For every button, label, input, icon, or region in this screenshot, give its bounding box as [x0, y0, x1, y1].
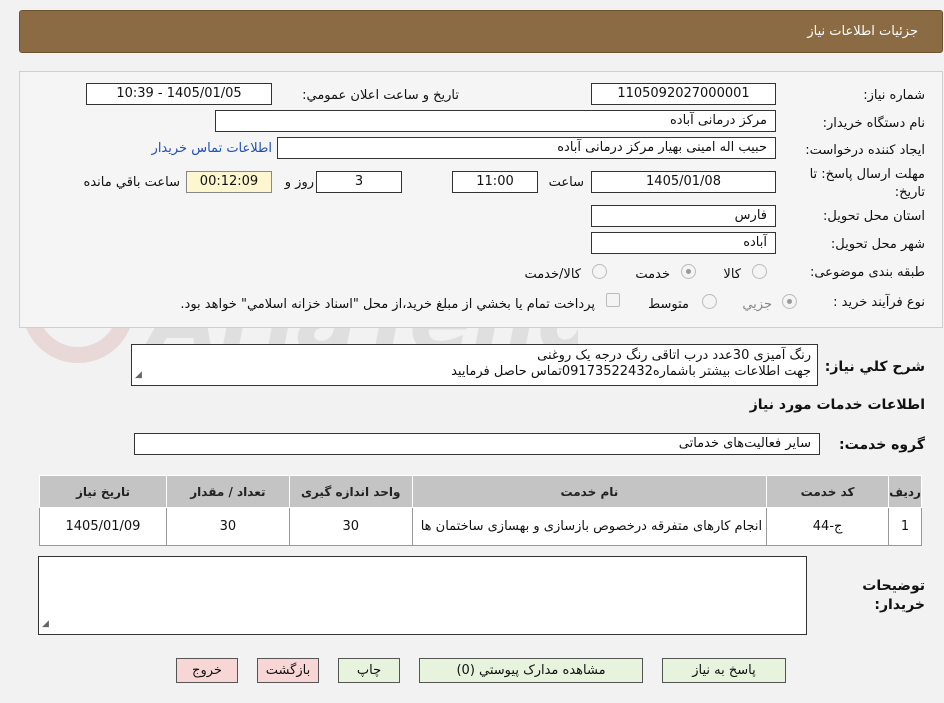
- days-field[interactable]: 3: [316, 171, 402, 193]
- category-radio-goods[interactable]: [752, 264, 767, 279]
- treasury-checkbox[interactable]: [606, 293, 620, 307]
- buyer-contact-link[interactable]: اطلاعات تماس خريدار: [152, 141, 272, 156]
- table-row: 1 ج-44 انجام کارهای متفرقه درخصوص بازساز…: [39, 507, 922, 546]
- process-option-minor: جزيي: [742, 297, 772, 312]
- col-quantity: تعداد / مقدار: [165, 475, 290, 508]
- need-number-label: شماره نیاز:: [863, 88, 925, 103]
- cell-service-code: ج-44: [766, 507, 890, 546]
- description-label: شرح كلي نياز:: [824, 359, 925, 375]
- col-service-code: کد خدمت: [766, 475, 890, 508]
- category-radio-both[interactable]: [592, 264, 607, 279]
- category-option-goods: کالا: [723, 267, 741, 282]
- col-unit: واحد اندازه گيری: [288, 475, 413, 508]
- process-label: نوع فرآيند خريد :: [833, 295, 925, 310]
- deadline-label: مهلت ارسال پاسخ: تا تاريخ:: [809, 167, 925, 200]
- city-field[interactable]: آباده: [591, 232, 776, 254]
- buyer-label: نام دستگاه خريدار:: [822, 116, 925, 131]
- category-option-service: خدمت: [635, 267, 670, 282]
- remaining-time-field: 00:12:09: [186, 171, 272, 193]
- announce-field[interactable]: 1405/01/05 - 10:39: [86, 83, 272, 105]
- services-table: رديف کد خدمت نام خدمت واحد اندازه گيری ت…: [39, 475, 922, 546]
- creator-field[interactable]: حبیب اله امینی بهیار مرکز درمانی آباده: [277, 137, 776, 159]
- cell-row: 1: [888, 507, 922, 546]
- city-label: شهر محل تحويل:: [830, 237, 925, 252]
- announce-label: تاريخ و ساعت اعلان عمومي:: [302, 88, 459, 103]
- deadline-time-field[interactable]: 11:00: [452, 171, 538, 193]
- print-button[interactable]: چاپ: [338, 658, 400, 683]
- service-group-label: گروه خدمت:: [839, 437, 925, 453]
- cell-unit: 30: [288, 507, 413, 546]
- col-service-name: نام خدمت: [411, 475, 768, 508]
- description-line-1: رنگ آمیزی 30عدد درب اتاقی رنگ درجه یک رو…: [537, 348, 811, 363]
- col-row: رديف: [888, 475, 922, 508]
- table-header-row: رديف کد خدمت نام خدمت واحد اندازه گيری ت…: [39, 475, 922, 508]
- cell-need-date: 1405/01/09: [39, 507, 167, 546]
- resize-grip-icon[interactable]: ◢: [42, 616, 49, 632]
- col-need-date: تاريخ نياز: [39, 475, 167, 508]
- days-label: روز و: [284, 175, 314, 190]
- province-field[interactable]: فارس: [591, 205, 776, 227]
- deadline-date-field[interactable]: 1405/01/08: [591, 171, 776, 193]
- category-label: طبقه بندی موضوعی:: [809, 265, 925, 280]
- province-label: استان محل تحويل:: [823, 209, 925, 224]
- process-radio-minor[interactable]: [782, 294, 797, 309]
- attachments-button[interactable]: مشاهده مدارک پيوستي (0): [419, 658, 643, 683]
- payment-note: پرداخت تمام يا بخشي از مبلغ خريد،از محل …: [180, 297, 595, 312]
- creator-label: ايجاد کننده درخواست:: [805, 143, 925, 158]
- page-title: جزئیات اطلاعات نیاز: [807, 24, 918, 39]
- buyer-field[interactable]: مرکز درمانی آباده: [215, 110, 776, 132]
- description-line-2: جهت اطلاعات بیشتر باشماره09173522432تماس…: [451, 364, 811, 379]
- back-button[interactable]: بازگشت: [257, 658, 319, 683]
- category-option-both: کالا/خدمت: [524, 267, 581, 282]
- process-radio-medium[interactable]: [702, 294, 717, 309]
- service-group-field[interactable]: ساير فعاليت‌هاى خدماتى: [134, 433, 820, 455]
- cell-quantity: 30: [165, 507, 290, 546]
- resize-grip-icon[interactable]: ◢: [135, 367, 142, 383]
- buyer-notes-label: توضيحات خريدار:: [862, 578, 925, 613]
- buyer-notes-textarea[interactable]: ◢: [38, 556, 807, 635]
- page-header: جزئیات اطلاعات نیاز: [19, 10, 943, 53]
- process-option-medium: متوسط: [648, 297, 689, 312]
- category-radio-service[interactable]: [681, 264, 696, 279]
- exit-button[interactable]: خروج: [176, 658, 238, 683]
- cell-service-name: انجام کارهای متفرقه درخصوص بازسازی و بهس…: [411, 507, 768, 546]
- reply-button[interactable]: پاسخ به نیاز: [662, 658, 786, 683]
- services-heading: اطلاعات خدمات مورد نياز: [749, 397, 925, 413]
- description-textarea[interactable]: رنگ آمیزی 30عدد درب اتاقی رنگ درجه یک رو…: [131, 344, 818, 386]
- deadline-time-label: ساعت: [548, 175, 584, 190]
- remaining-label: ساعت باقي مانده: [83, 175, 180, 190]
- need-number-field[interactable]: 1105092027000001: [591, 83, 776, 105]
